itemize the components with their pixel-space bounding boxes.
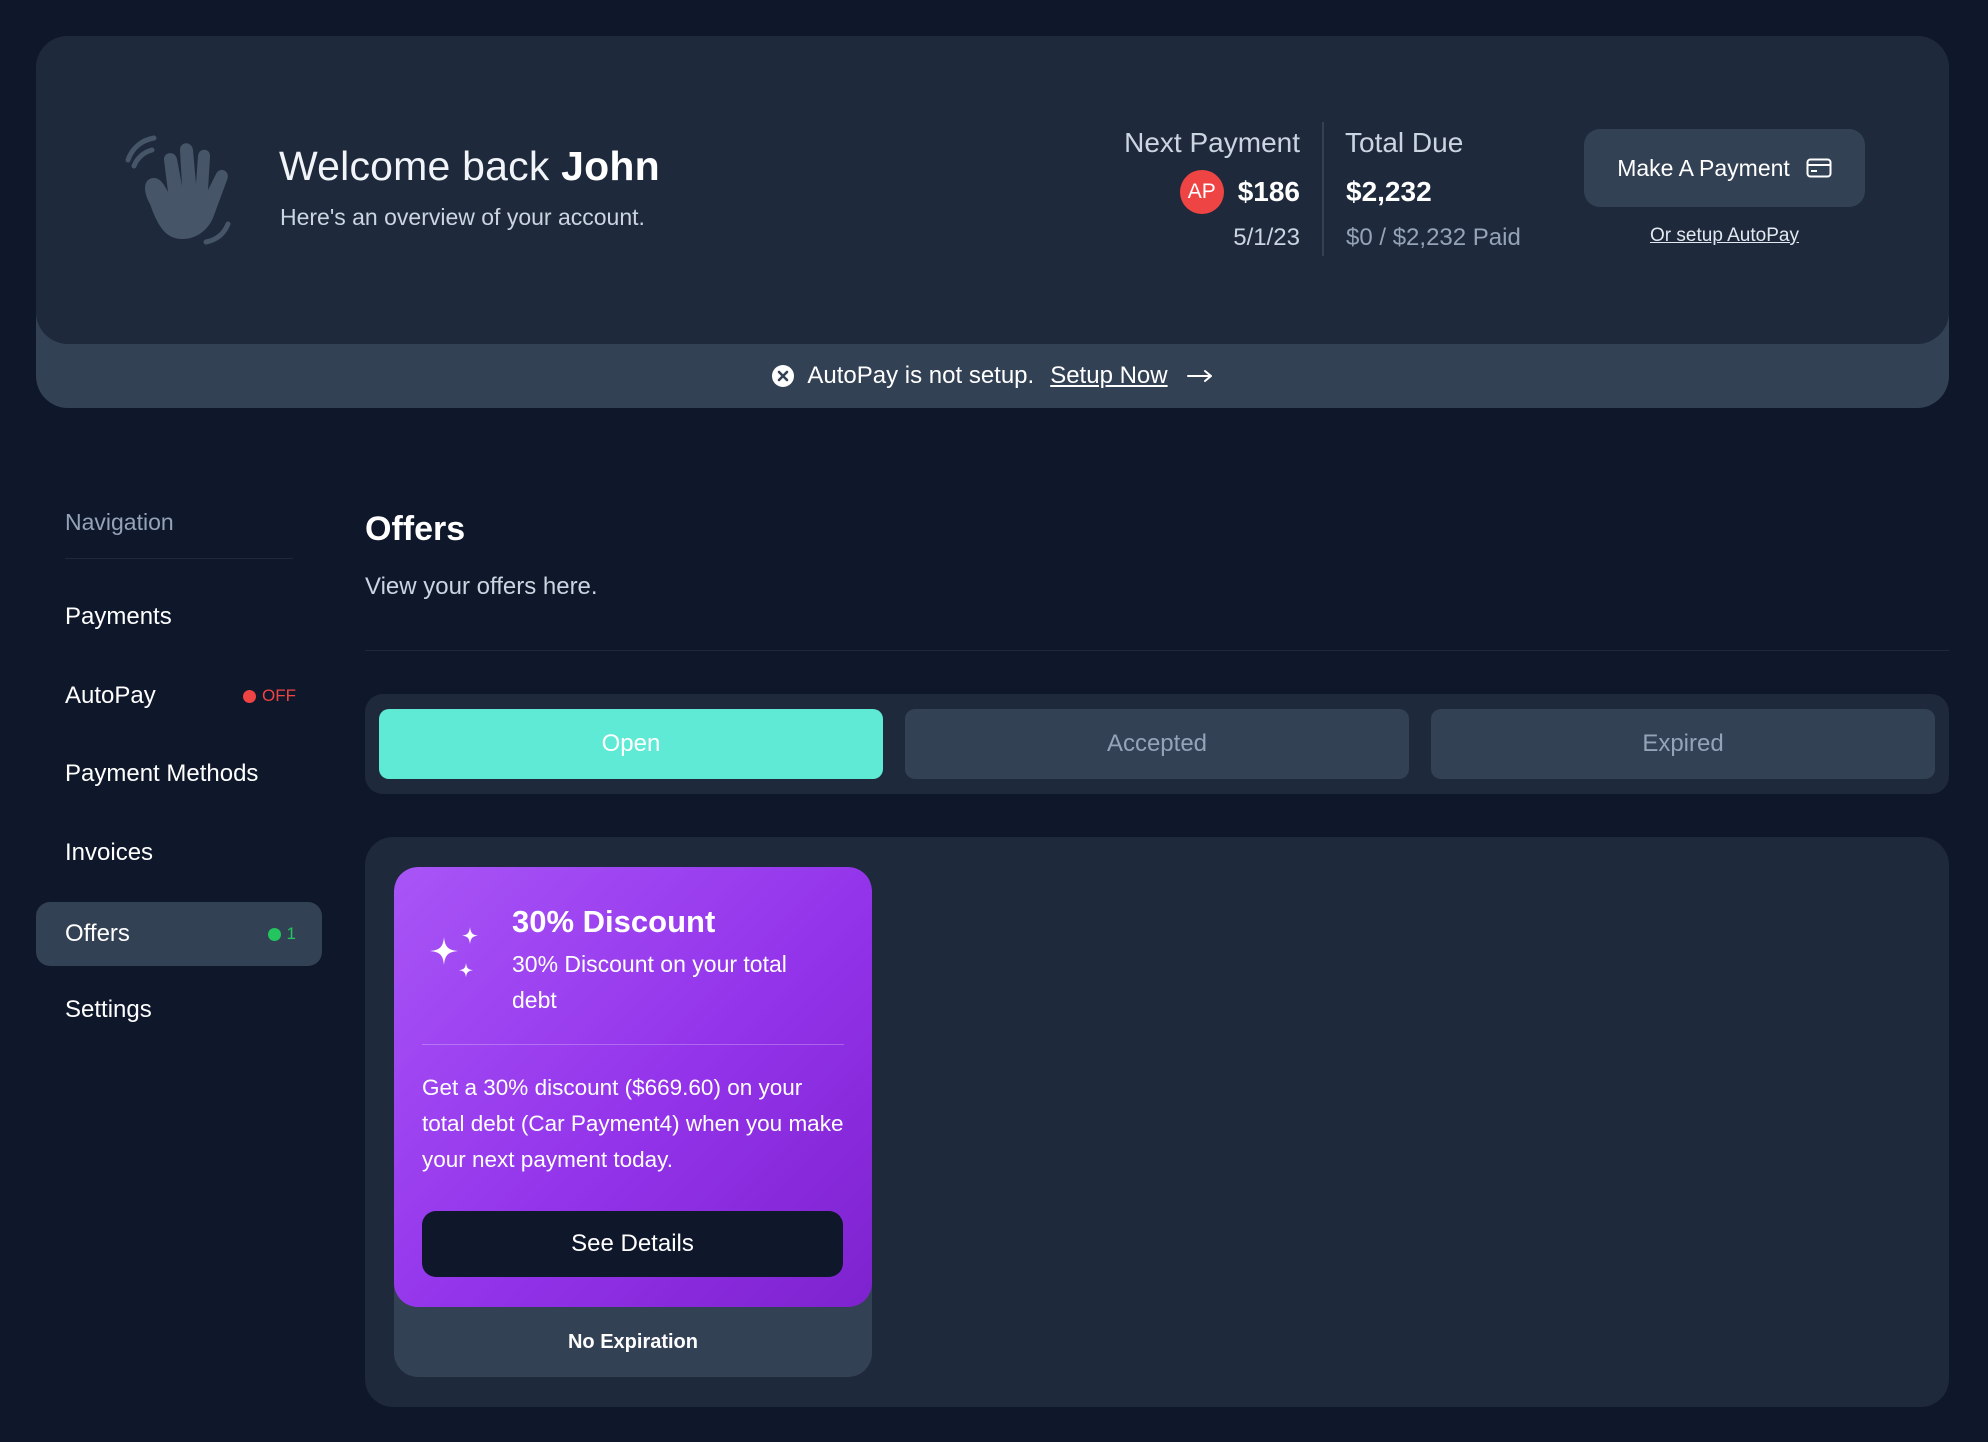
autopay-warning-banner: AutoPay is not setup. Setup Now (36, 344, 1949, 408)
sidebar-item-payment-methods[interactable]: Payment Methods (36, 742, 322, 806)
arrow-right-icon[interactable] (1186, 369, 1214, 383)
total-due-amount: $2,232 (1346, 176, 1432, 207)
tab-expired[interactable]: Expired (1431, 709, 1935, 779)
page-title: Offers (365, 510, 466, 548)
sidebar-item-label: Settings (65, 996, 152, 1023)
sidebar-item-label: Offers (65, 920, 130, 947)
sidebar-item-label: AutoPay (65, 682, 156, 709)
tab-open[interactable]: Open (379, 709, 883, 779)
setup-now-link[interactable]: Setup Now (1050, 362, 1167, 390)
welcome-subtitle: Here's an overview of your account. (280, 204, 645, 230)
offer-expiration: No Expiration (567, 1330, 698, 1353)
setup-autopay-link[interactable]: Or setup AutoPay (1584, 225, 1865, 247)
offer-divider (422, 1044, 844, 1045)
page: Welcome back John Here's an overview of … (0, 0, 1988, 1442)
sidebar-item-label: Payments (65, 603, 172, 630)
welcome-title: Welcome back John (279, 143, 660, 190)
offer-card: 30% Discount 30% Discount on your total … (394, 867, 872, 1377)
user-name: John (561, 143, 660, 189)
see-details-button[interactable]: See Details (422, 1211, 843, 1277)
next-payment-date: 5/1/23 (1233, 224, 1300, 251)
make-payment-button[interactable]: Make A Payment (1584, 129, 1865, 207)
header-divider (1322, 122, 1324, 256)
offer-description: Get a 30% discount ($669.60) on your tot… (422, 1075, 844, 1172)
next-payment-row: AP $186 (1179, 170, 1300, 214)
next-payment-label: Next Payment (1124, 127, 1300, 158)
page-subtitle: View your offers here. (365, 573, 598, 600)
sidebar-item-label: Invoices (65, 839, 154, 866)
offers-count: 1 (286, 924, 296, 943)
sidebar-item-offers[interactable]: Offers 1 (36, 902, 322, 966)
greeting-text: Welcome back (279, 143, 550, 189)
status-dot-icon (267, 927, 281, 941)
sidebar-item-invoices[interactable]: Invoices (36, 821, 322, 885)
make-payment-label: Make A Payment (1617, 154, 1790, 181)
credit-card-icon (1806, 158, 1832, 178)
offer-card-body: 30% Discount 30% Discount on your total … (394, 867, 872, 1307)
navigation-heading: Navigation (65, 509, 174, 535)
autopay-badge: AP (1179, 170, 1224, 214)
main-divider (365, 650, 1949, 651)
autopay-status-text: OFF (262, 686, 296, 705)
close-circle-icon (772, 365, 795, 387)
navigation-divider (65, 558, 293, 559)
sidebar-item-payments[interactable]: Payments (36, 585, 322, 649)
waving-hand-icon (125, 135, 231, 245)
autopay-status-indicator: OFF (243, 686, 296, 706)
tab-accepted[interactable]: Accepted (905, 709, 1409, 779)
total-paid-progress: $0 / $2,232 Paid (1346, 224, 1521, 251)
offer-title: 30% Discount (512, 904, 716, 939)
sidebar-item-settings[interactable]: Settings (36, 978, 322, 1042)
sidebar-item-autopay[interactable]: AutoPay OFF (36, 664, 322, 728)
offers-count-indicator: 1 (267, 924, 296, 944)
total-due-label: Total Due (1345, 127, 1464, 158)
offer-subtitle: 30% Discount on your total debt (512, 951, 787, 1013)
status-dot-icon (243, 689, 256, 703)
sparkles-icon (430, 927, 478, 978)
banner-message: AutoPay is not setup. (807, 362, 1035, 389)
offer-tabs: Open Accepted Expired (365, 694, 1949, 794)
sidebar-item-label: Payment Methods (65, 760, 259, 787)
next-payment-amount: $186 (1237, 176, 1300, 207)
